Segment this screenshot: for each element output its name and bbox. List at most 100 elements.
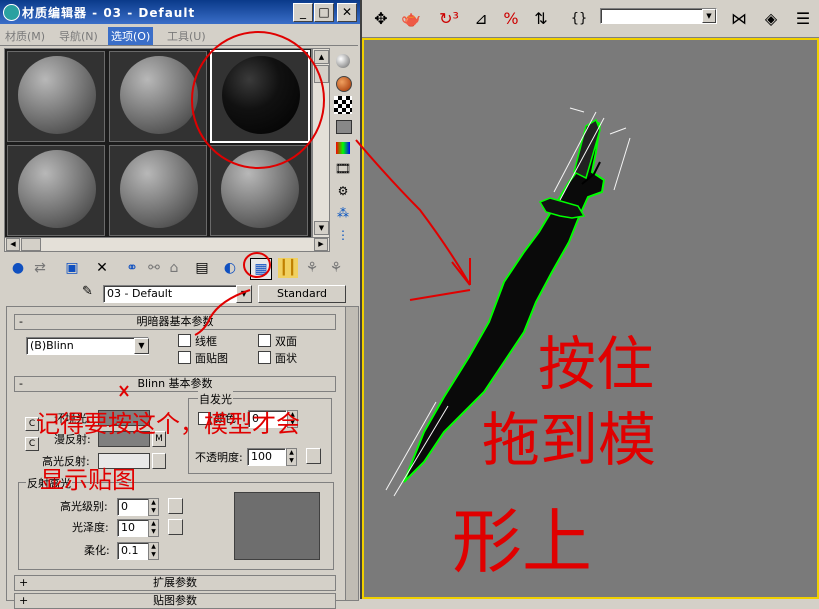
minimize-icon[interactable]: _ (293, 3, 313, 22)
scroll-down-icon[interactable]: ▼ (314, 221, 329, 235)
sample-type-icon[interactable] (334, 52, 352, 70)
material-name-field[interactable]: 03 - Default (103, 285, 240, 303)
rollout-title: 扩展参数 (153, 576, 197, 589)
scroll-thumb[interactable] (314, 65, 329, 83)
faceted-checkbox[interactable] (258, 351, 271, 364)
specular-level-field[interactable]: 0 (117, 498, 149, 516)
make-unique-icon[interactable]: ⚯ (144, 258, 164, 278)
named-selection-icon[interactable]: {} (566, 6, 592, 32)
rollout-extended-parameters[interactable]: + 扩展参数 (14, 575, 336, 591)
soften-spinner[interactable]: ▲ ▼ (148, 542, 159, 560)
options-icon[interactable]: ⚙ (334, 184, 352, 202)
eyedropper-icon[interactable]: ✎ (82, 284, 98, 300)
specular-level-map-button[interactable] (168, 498, 183, 514)
sample-slot-6[interactable] (210, 145, 308, 236)
scroll-left-icon[interactable]: ◀ (6, 238, 20, 251)
lock-ambient-diffuse-icon[interactable]: C (25, 417, 39, 431)
two-sided-checkbox[interactable] (258, 334, 271, 347)
title-bar[interactable]: 材质编辑器 - 03 - Default _ □ ✕ (0, 0, 360, 24)
diffuse-color-swatch[interactable] (98, 431, 150, 447)
scroll-thumb[interactable] (21, 238, 41, 251)
expand-icon: + (19, 594, 29, 607)
make-copy-icon[interactable]: ⚭ (122, 258, 142, 278)
soften-field[interactable]: 0.1 (117, 542, 149, 560)
mirror-icon[interactable]: ⋈ (726, 6, 752, 32)
menu-options[interactable]: 选项(O) (108, 27, 154, 45)
material-type-button[interactable]: Standard (258, 285, 346, 303)
slots-horizontal-scrollbar[interactable]: ◀ ▶ (4, 237, 330, 252)
pick-material-icon[interactable]: ⚘ (326, 258, 346, 278)
sample-slot-4[interactable] (7, 145, 105, 236)
specular-level-spinner[interactable]: ▲ ▼ (148, 498, 159, 516)
show-end-result-icon[interactable]: ◐ (220, 258, 240, 278)
material-name-dropdown-icon[interactable]: ▼ (236, 285, 252, 303)
scroll-up-icon[interactable]: ▲ (314, 50, 329, 64)
sword-model[interactable] (364, 40, 817, 597)
percent-snap-icon[interactable]: % (498, 6, 524, 32)
spinner-snap-icon[interactable]: ⇅ (528, 6, 554, 32)
menu-material[interactable]: 材质(M) (2, 27, 48, 45)
ambient-color-swatch[interactable] (98, 410, 150, 426)
opacity-spinner[interactable]: ▲ ▼ (286, 448, 297, 466)
diffuse-map-button[interactable]: M (152, 431, 166, 447)
sample-slot-1[interactable] (7, 51, 105, 142)
put-to-scene-icon[interactable]: ⇄ (30, 258, 50, 278)
put-to-library-icon[interactable]: ⌂ (164, 258, 184, 278)
wire-checkbox[interactable] (178, 334, 191, 347)
sample-sphere (221, 150, 299, 228)
sample-uv-tiling-icon[interactable] (334, 118, 352, 136)
show-map-in-viewport-icon[interactable]: ▦ (250, 258, 272, 280)
select-by-material-icon[interactable]: ⁂ (334, 206, 352, 224)
assign-to-selection-icon[interactable]: ▣ (62, 258, 82, 278)
self-illum-spinner[interactable]: ▲ ▼ (287, 410, 298, 428)
glossiness-field[interactable]: 10 (117, 519, 149, 537)
material-map-navigator-icon[interactable]: ⋮ (334, 228, 352, 246)
named-selection-sets-field[interactable] (600, 8, 717, 24)
angle-snap-icon[interactable]: ⊿ (468, 6, 494, 32)
render-icon[interactable]: 🫖 (398, 6, 424, 32)
menu-navigation[interactable]: 导航(N) (56, 27, 101, 45)
align-icon[interactable]: ◈ (758, 6, 784, 32)
face-map-checkbox[interactable] (178, 351, 191, 364)
opacity-map-button[interactable] (306, 448, 321, 464)
rollout-shader-basic[interactable]: - 明暗器基本参数 (14, 314, 336, 330)
rollout-scrollbar[interactable] (345, 306, 359, 601)
close-icon[interactable]: ✕ (337, 3, 357, 22)
go-to-parent-icon[interactable]: ┃┃ (278, 258, 298, 278)
sample-slot-5[interactable] (109, 145, 207, 236)
lock-diffuse-specular-icon[interactable]: C (25, 437, 39, 451)
self-illum-value-field[interactable]: 0 (248, 410, 287, 428)
glossiness-spinner[interactable]: ▲ ▼ (148, 519, 159, 537)
go-forward-sibling-icon[interactable]: ⚘ (302, 258, 322, 278)
rollout-maps[interactable]: + 贴图参数 (14, 593, 336, 609)
self-illum-color-checkbox[interactable] (198, 412, 211, 425)
make-preview-icon[interactable]: 🎞 (334, 162, 352, 180)
select-and-move-icon[interactable]: ✥ (368, 6, 394, 32)
sample-sphere (18, 150, 96, 228)
background-checker-icon[interactable] (334, 96, 352, 114)
rollout-title: Blinn 基本参数 (137, 377, 213, 390)
named-selection-dropdown-icon[interactable]: ▼ (702, 9, 716, 23)
layer-manager-icon[interactable]: ☰ (790, 6, 816, 32)
glossiness-map-button[interactable] (168, 519, 183, 535)
scroll-right-icon[interactable]: ▶ (314, 238, 328, 251)
shader-select[interactable]: (B)Blinn (26, 337, 149, 355)
menu-tools[interactable]: 工具(U) (164, 27, 209, 45)
slots-vertical-scrollbar[interactable]: ▲ ▼ (312, 48, 330, 238)
backlight-icon[interactable] (334, 74, 352, 92)
rollout-title: 明暗器基本参数 (136, 315, 214, 328)
specular-color-swatch[interactable] (98, 453, 150, 469)
material-effects-channel-icon[interactable]: ▤ (192, 258, 212, 278)
perspective-viewport[interactable] (362, 38, 819, 599)
shader-dropdown-icon[interactable]: ▼ (134, 338, 149, 354)
specular-map-button[interactable] (152, 453, 166, 469)
sample-slot-2[interactable] (109, 51, 207, 142)
video-color-check-icon[interactable] (334, 140, 352, 158)
sample-slot-3-active[interactable] (210, 50, 310, 143)
rollout-blinn-basic[interactable]: - Blinn 基本参数 (14, 376, 336, 392)
snap-3d-icon[interactable]: ↻³ (436, 6, 462, 32)
reset-map-icon[interactable]: ✕ (92, 258, 112, 278)
maximize-icon[interactable]: □ (314, 3, 334, 22)
opacity-field[interactable]: 100 (247, 448, 286, 466)
get-material-icon[interactable]: ● (8, 258, 28, 278)
